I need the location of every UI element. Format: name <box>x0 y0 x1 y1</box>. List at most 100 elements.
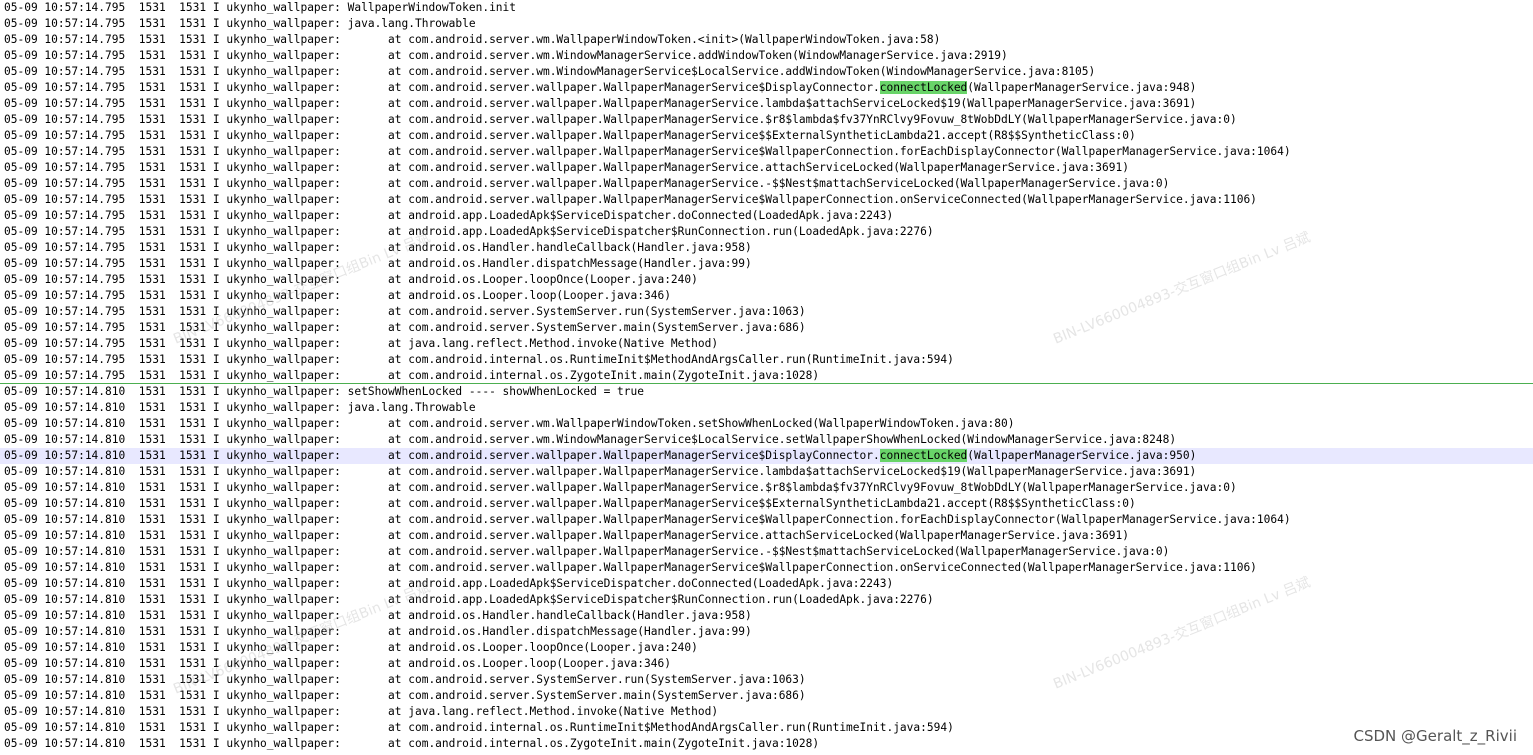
log-pid: 1531 <box>138 1 166 14</box>
log-line[interactable]: 05-09 10:57:14.810 1531 1531 I ukynho_wa… <box>0 464 1533 480</box>
log-timestamp: 05-09 10:57:14.795 <box>4 337 126 350</box>
log-line[interactable]: 05-09 10:57:14.810 1531 1531 I ukynho_wa… <box>0 672 1533 688</box>
log-tid: 1531 <box>179 257 207 270</box>
log-line[interactable]: 05-09 10:57:14.810 1531 1531 I ukynho_wa… <box>0 704 1533 720</box>
log-pid: 1531 <box>138 49 166 62</box>
log-timestamp: 05-09 10:57:14.810 <box>4 385 126 398</box>
log-line[interactable]: 05-09 10:57:14.810 1531 1531 I ukynho_wa… <box>0 720 1533 736</box>
log-line[interactable]: 05-09 10:57:14.810 1531 1531 I ukynho_wa… <box>0 448 1533 464</box>
log-line[interactable]: 05-09 10:57:14.810 1531 1531 I ukynho_wa… <box>0 416 1533 432</box>
log-message: at com.android.server.SystemServer.run(S… <box>340 673 806 686</box>
log-line[interactable]: 05-09 10:57:14.795 1531 1531 I ukynho_wa… <box>0 320 1533 336</box>
log-timestamp: 05-09 10:57:14.795 <box>4 49 126 62</box>
log-level: I <box>212 161 220 174</box>
log-tag: ukynho_wallpaper: <box>226 705 341 718</box>
log-message: at android.os.Looper.loopOnce(Looper.jav… <box>340 641 698 654</box>
log-line[interactable]: 05-09 10:57:14.795 1531 1531 I ukynho_wa… <box>0 0 1533 16</box>
log-tag: ukynho_wallpaper: <box>226 673 341 686</box>
log-timestamp: 05-09 10:57:14.810 <box>4 625 126 638</box>
log-tag: ukynho_wallpaper: <box>226 289 341 302</box>
log-pid: 1531 <box>138 273 166 286</box>
log-timestamp: 05-09 10:57:14.795 <box>4 17 126 30</box>
log-line[interactable]: 05-09 10:57:14.795 1531 1531 I ukynho_wa… <box>0 144 1533 160</box>
log-line[interactable]: 05-09 10:57:14.810 1531 1531 I ukynho_wa… <box>0 656 1533 672</box>
log-line[interactable]: 05-09 10:57:14.795 1531 1531 I ukynho_wa… <box>0 368 1533 384</box>
log-line[interactable]: 05-09 10:57:14.795 1531 1531 I ukynho_wa… <box>0 304 1533 320</box>
log-pid: 1531 <box>138 145 166 158</box>
log-pid: 1531 <box>138 161 166 174</box>
log-line[interactable]: 05-09 10:57:14.795 1531 1531 I ukynho_wa… <box>0 160 1533 176</box>
log-tag: ukynho_wallpaper: <box>226 625 341 638</box>
log-tid: 1531 <box>179 641 207 654</box>
log-timestamp: 05-09 10:57:14.810 <box>4 481 126 494</box>
log-timestamp: 05-09 10:57:14.795 <box>4 65 126 78</box>
log-tid: 1531 <box>179 385 207 398</box>
log-message: at com.android.server.wallpaper.Wallpape… <box>340 513 1291 526</box>
log-tid: 1531 <box>179 113 207 126</box>
log-line[interactable]: 05-09 10:57:14.795 1531 1531 I ukynho_wa… <box>0 256 1533 272</box>
log-message: at com.android.server.wallpaper.Wallpape… <box>340 113 1237 126</box>
log-line[interactable]: 05-09 10:57:14.810 1531 1531 I ukynho_wa… <box>0 400 1533 416</box>
log-tid: 1531 <box>179 337 207 350</box>
log-line[interactable]: 05-09 10:57:14.810 1531 1531 I ukynho_wa… <box>0 528 1533 544</box>
log-level: I <box>212 369 220 382</box>
log-pid: 1531 <box>138 129 166 142</box>
log-line[interactable]: 05-09 10:57:14.795 1531 1531 I ukynho_wa… <box>0 112 1533 128</box>
log-timestamp: 05-09 10:57:14.795 <box>4 353 126 366</box>
log-line[interactable]: 05-09 10:57:14.810 1531 1531 I ukynho_wa… <box>0 608 1533 624</box>
log-line[interactable]: 05-09 10:57:14.795 1531 1531 I ukynho_wa… <box>0 80 1533 96</box>
log-tag: ukynho_wallpaper: <box>226 417 341 430</box>
log-line[interactable]: 05-09 10:57:14.795 1531 1531 I ukynho_wa… <box>0 128 1533 144</box>
log-line[interactable]: 05-09 10:57:14.810 1531 1531 I ukynho_wa… <box>0 624 1533 640</box>
log-line[interactable]: 05-09 10:57:14.810 1531 1531 I ukynho_wa… <box>0 432 1533 448</box>
log-level: I <box>212 609 220 622</box>
log-level: I <box>212 113 220 126</box>
log-tid: 1531 <box>179 721 207 734</box>
log-line[interactable]: 05-09 10:57:14.810 1531 1531 I ukynho_wa… <box>0 480 1533 496</box>
log-line[interactable]: 05-09 10:57:14.810 1531 1531 I ukynho_wa… <box>0 736 1533 752</box>
log-line[interactable]: 05-09 10:57:14.810 1531 1531 I ukynho_wa… <box>0 576 1533 592</box>
log-line[interactable]: 05-09 10:57:14.795 1531 1531 I ukynho_wa… <box>0 240 1533 256</box>
log-line[interactable]: 05-09 10:57:14.795 1531 1531 I ukynho_wa… <box>0 48 1533 64</box>
log-timestamp: 05-09 10:57:14.810 <box>4 721 126 734</box>
log-line[interactable]: 05-09 10:57:14.795 1531 1531 I ukynho_wa… <box>0 208 1533 224</box>
log-line[interactable]: 05-09 10:57:14.795 1531 1531 I ukynho_wa… <box>0 64 1533 80</box>
log-tag: ukynho_wallpaper: <box>226 145 341 158</box>
log-pid: 1531 <box>138 17 166 30</box>
log-line[interactable]: 05-09 10:57:14.810 1531 1531 I ukynho_wa… <box>0 496 1533 512</box>
log-line[interactable]: 05-09 10:57:14.810 1531 1531 I ukynho_wa… <box>0 512 1533 528</box>
log-viewer[interactable]: 05-09 10:57:14.795 1531 1531 I ukynho_wa… <box>0 0 1533 755</box>
log-line[interactable]: 05-09 10:57:14.795 1531 1531 I ukynho_wa… <box>0 224 1533 240</box>
log-tag: ukynho_wallpaper: <box>226 161 341 174</box>
log-line[interactable]: 05-09 10:57:14.810 1531 1531 I ukynho_wa… <box>0 560 1533 576</box>
log-message: at com.android.server.wm.WallpaperWindow… <box>340 33 941 46</box>
log-tag: ukynho_wallpaper: <box>226 721 341 734</box>
log-timestamp: 05-09 10:57:14.810 <box>4 705 126 718</box>
log-line[interactable]: 05-09 10:57:14.795 1531 1531 I ukynho_wa… <box>0 176 1533 192</box>
log-line[interactable]: 05-09 10:57:14.810 1531 1531 I ukynho_wa… <box>0 592 1533 608</box>
log-pid: 1531 <box>138 65 166 78</box>
log-line[interactable]: 05-09 10:57:14.795 1531 1531 I ukynho_wa… <box>0 16 1533 32</box>
log-line[interactable]: 05-09 10:57:14.810 1531 1531 I ukynho_wa… <box>0 640 1533 656</box>
log-line[interactable]: 05-09 10:57:14.810 1531 1531 I ukynho_wa… <box>0 384 1533 400</box>
log-tid: 1531 <box>179 273 207 286</box>
log-line[interactable]: 05-09 10:57:14.795 1531 1531 I ukynho_wa… <box>0 336 1533 352</box>
log-tid: 1531 <box>179 401 207 414</box>
log-message: at android.os.Handler.dispatchMessage(Ha… <box>340 257 752 270</box>
log-line[interactable]: 05-09 10:57:14.795 1531 1531 I ukynho_wa… <box>0 192 1533 208</box>
log-line[interactable]: 05-09 10:57:14.795 1531 1531 I ukynho_wa… <box>0 352 1533 368</box>
log-tag: ukynho_wallpaper: <box>226 1 341 14</box>
log-tag: ukynho_wallpaper: <box>226 65 341 78</box>
log-tid: 1531 <box>179 193 207 206</box>
log-line[interactable]: 05-09 10:57:14.810 1531 1531 I ukynho_wa… <box>0 688 1533 704</box>
log-timestamp: 05-09 10:57:14.810 <box>4 417 126 430</box>
log-line[interactable]: 05-09 10:57:14.795 1531 1531 I ukynho_wa… <box>0 32 1533 48</box>
log-timestamp: 05-09 10:57:14.810 <box>4 529 126 542</box>
log-tid: 1531 <box>179 49 207 62</box>
log-pid: 1531 <box>138 417 166 430</box>
log-line[interactable]: 05-09 10:57:14.795 1531 1531 I ukynho_wa… <box>0 272 1533 288</box>
log-line[interactable]: 05-09 10:57:14.795 1531 1531 I ukynho_wa… <box>0 288 1533 304</box>
log-line[interactable]: 05-09 10:57:14.810 1531 1531 I ukynho_wa… <box>0 544 1533 560</box>
log-tid: 1531 <box>179 705 207 718</box>
log-line[interactable]: 05-09 10:57:14.795 1531 1531 I ukynho_wa… <box>0 96 1533 112</box>
